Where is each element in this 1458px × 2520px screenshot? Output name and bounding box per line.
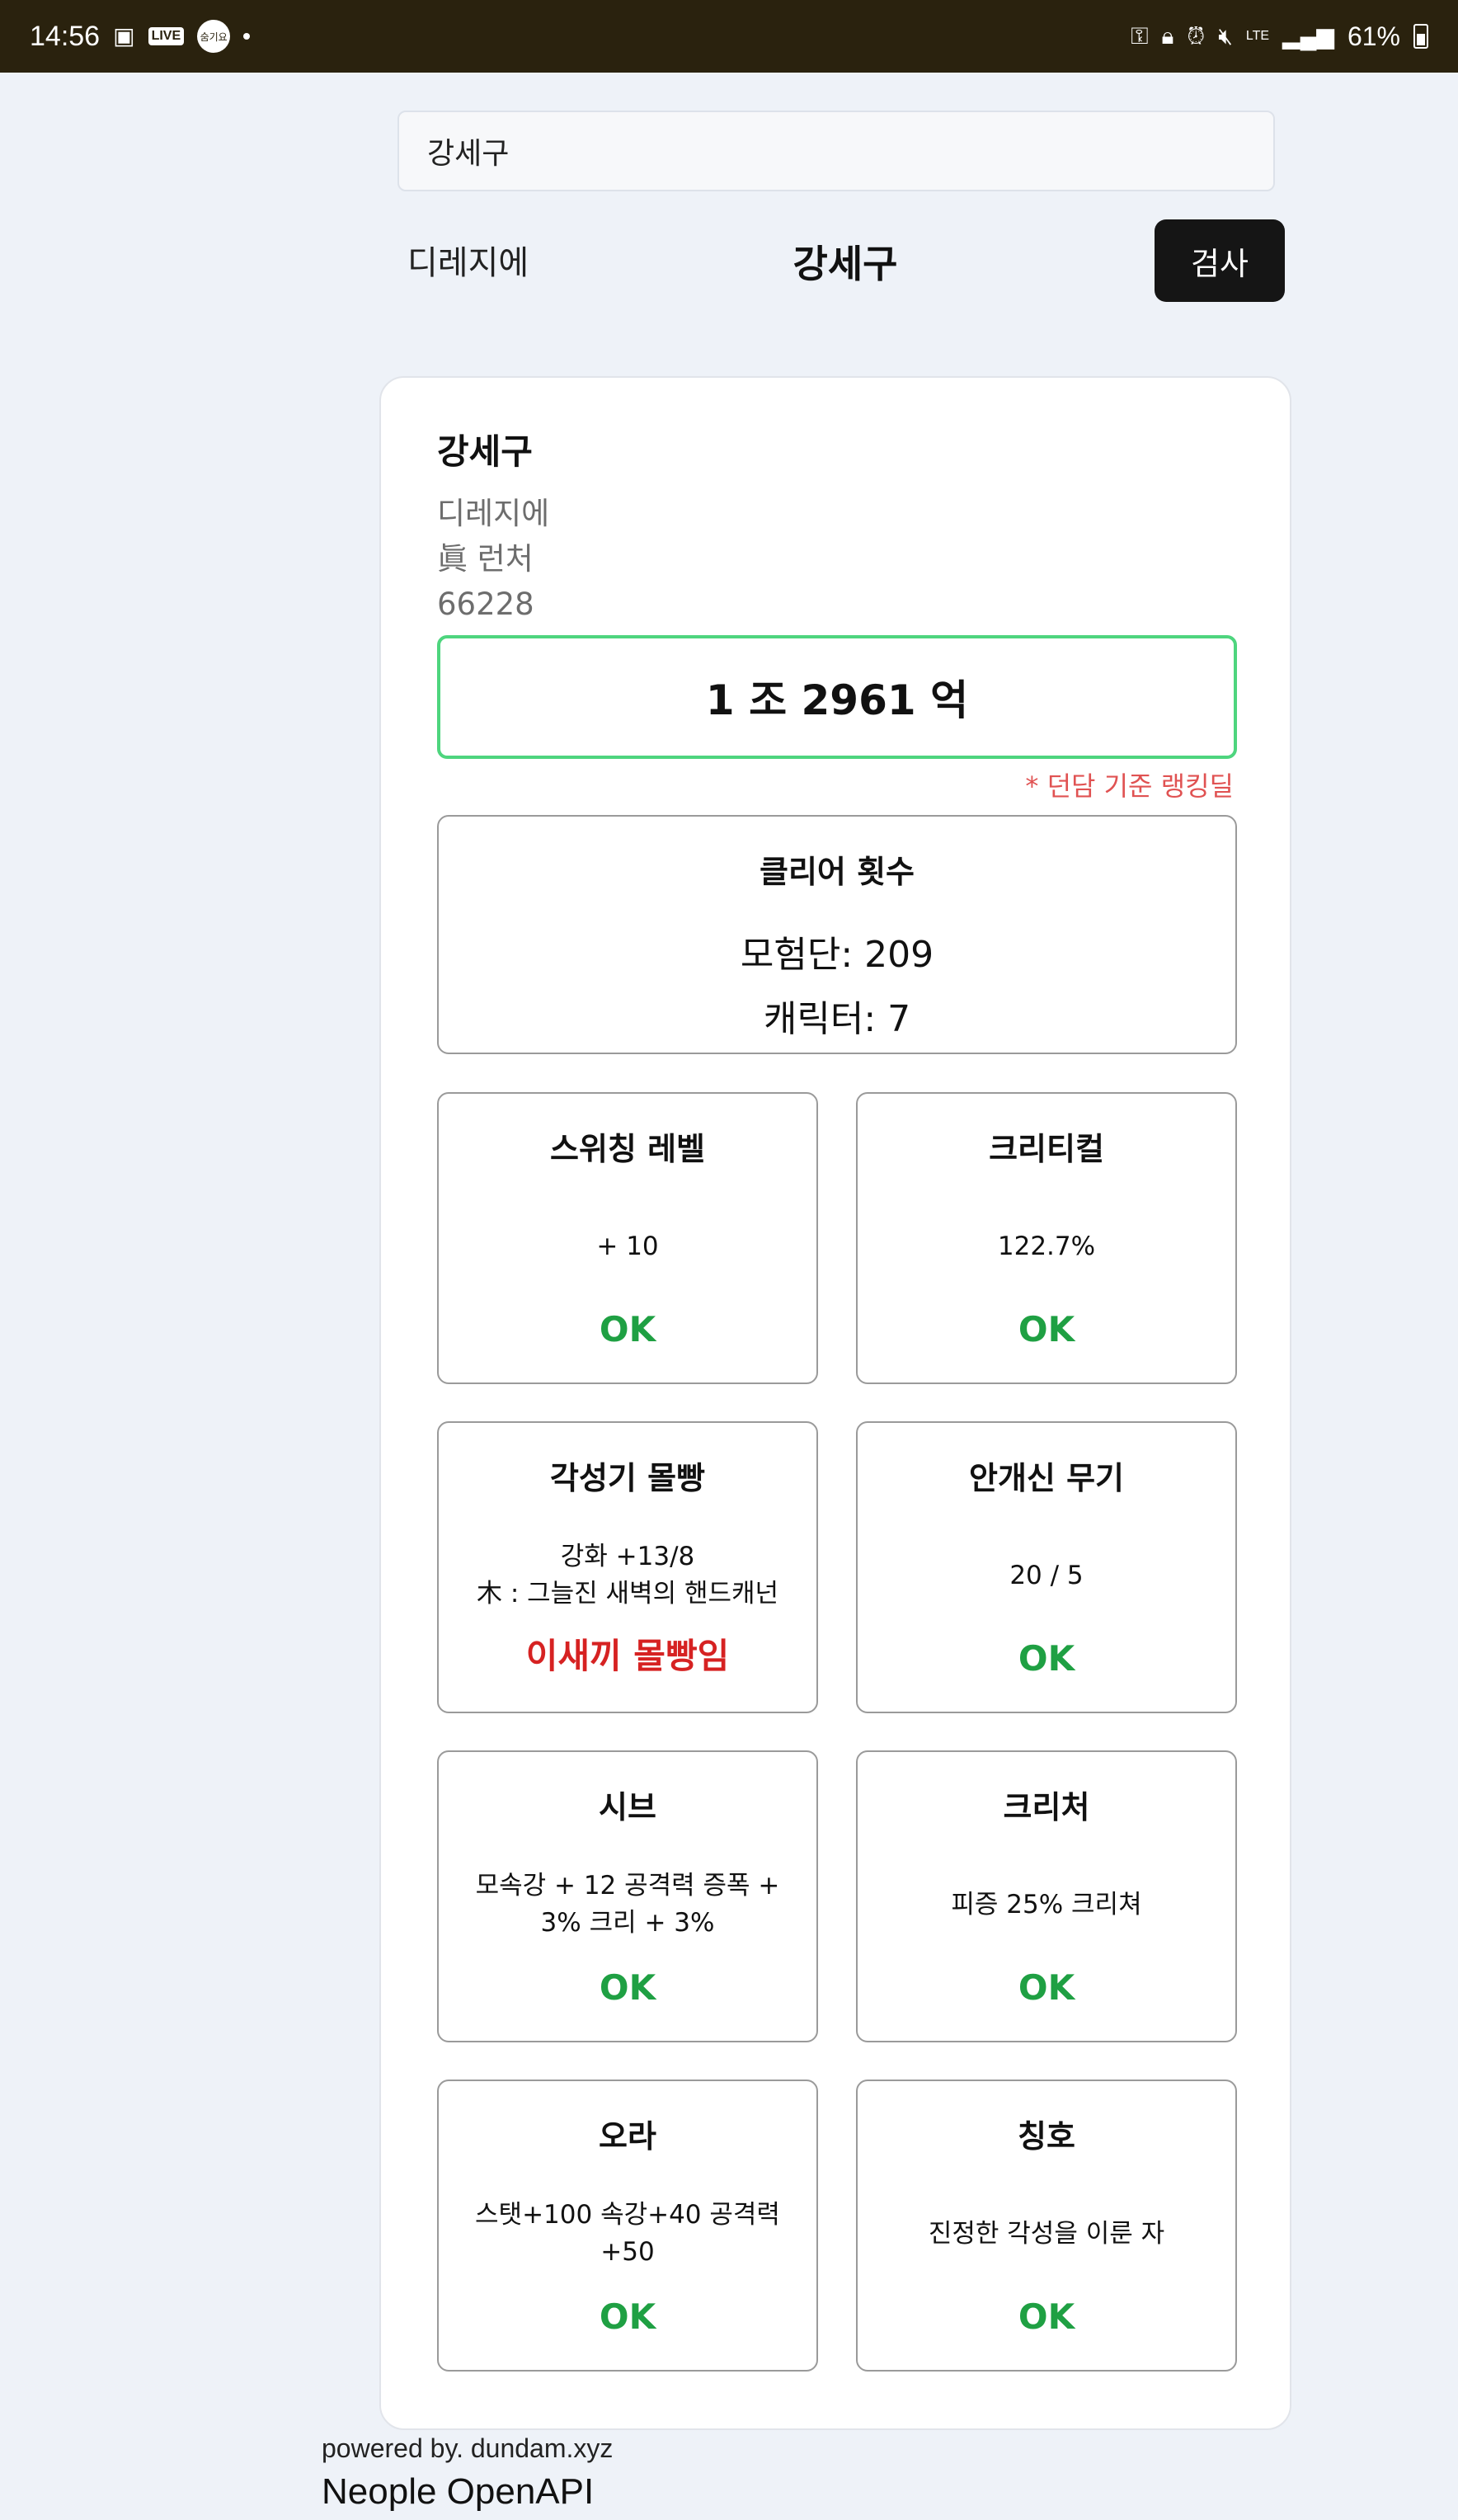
app-badge-icon: 숨기요 (197, 20, 231, 53)
tile-title: 크리처 (1003, 1789, 1090, 1825)
tile-detail: + 10 (596, 1231, 659, 1261)
battery-icon (1413, 24, 1428, 49)
tile-status: OK (1018, 1309, 1075, 1349)
tile-creature: 크리처 피증 25% 크리쳐 OK (856, 1750, 1237, 2042)
result-card: 강세구 디레지에 眞 런처 66228 1 조 2961 억 * 던담 기준 랭… (379, 376, 1291, 2430)
server-selector[interactable]: 디레지에 (407, 236, 529, 284)
character-title: 강세구 (792, 242, 898, 286)
alarm-icon: ⏰︎ (1187, 23, 1206, 49)
tile-title: 크리티컬 (989, 1131, 1104, 1167)
tile-detail: 20 / 5 (1009, 1560, 1084, 1590)
tile-detail: 강화 +13/8 木 : 그늘진 새벽의 핸드캐넌 (476, 1542, 779, 1609)
tile-detail: 피증 25% 크리쳐 (951, 1889, 1142, 1919)
tile-status: OK (1018, 1638, 1075, 1679)
tile-status: OK (1018, 2296, 1075, 2337)
character-fame: 66228 (437, 586, 534, 622)
character-job: 眞 런처 (437, 541, 534, 577)
tile-status: OK (599, 1967, 656, 2008)
tile-title-item: 칭호 진정한 각성을 이룬 자 OK (856, 2080, 1237, 2372)
tile-title: 오라 (599, 2118, 656, 2155)
lock-icon: 🔒︎ (1161, 23, 1174, 49)
tile-detail: 122.7% (997, 1231, 1096, 1261)
tile-detail: 스탯+100 속강+40 공격력 +50 (475, 2200, 780, 2267)
tile-detail: 진정한 각성을 이룬 자 (928, 2218, 1165, 2249)
tile-switching-level: 스위칭 레벨 + 10 OK (437, 1092, 818, 1384)
tile-title: 각성기 몰빵 (549, 1460, 706, 1496)
character-server: 디레지에 (437, 496, 550, 531)
clear-count-box: 클리어 횟수 모험단: 209 캐릭터: 7 (437, 815, 1237, 1054)
character-info: 강세구 디레지에 眞 런처 66228 (437, 424, 549, 627)
live-badge: LIVE (148, 27, 185, 45)
clear-count-title: 클리어 횟수 (759, 854, 915, 890)
gallery-icon: ▣ (113, 23, 135, 49)
damage-box: 1 조 2961 억 (437, 635, 1237, 759)
clear-count-character: 캐릭터: 7 (763, 998, 911, 1040)
more-notifications-icon (243, 33, 251, 40)
tile-title: 안개신 무기 (968, 1460, 1125, 1496)
key-icon: ⚿ (1131, 23, 1149, 49)
search-input[interactable]: 강세구 (397, 111, 1275, 191)
tile-awakening-focus: 각성기 몰빵 강화 +13/8 木 : 그늘진 새벽의 핸드캐넌 이새끼 몰빵임 (437, 1421, 818, 1713)
tile-detail: 모속강 + 12 공격력 증폭 + 3% 크리 + 3% (475, 1871, 780, 1938)
tile-title: 시브 (599, 1789, 656, 1825)
tile-aura: 오라 스탯+100 속강+40 공격력 +50 OK (437, 2080, 818, 2372)
tile-status: 이새끼 몰빵임 (525, 1636, 730, 1676)
damage-note: * 던담 기준 랭킹딜 (1025, 770, 1234, 802)
neople-api-link[interactable]: Neople OpenAPI (322, 2471, 594, 2513)
battery-percent: 61% (1347, 21, 1400, 51)
tile-critical: 크리티컬 122.7% OK (856, 1092, 1237, 1384)
clear-count-adventure: 모험단: 209 (740, 934, 934, 976)
tile-status: OK (599, 1309, 656, 1349)
powered-by-link[interactable]: powered by. dundam.xyz (322, 2433, 613, 2464)
character-name: 강세구 (437, 431, 533, 472)
tile-title: 스위칭 레벨 (549, 1131, 706, 1167)
tile-status: OK (1018, 1967, 1075, 2008)
tile-mist-weapon: 안개신 무기 20 / 5 OK (856, 1421, 1237, 1713)
status-bar: 14:56 ▣ LIVE 숨기요 ⚿ 🔒︎ ⏰︎ 🔇︎ LTE ▂▄▆ 61% (0, 0, 1458, 73)
network-type: LTE (1245, 29, 1270, 43)
signal-icon: ▂▄▆ (1282, 23, 1334, 49)
check-button[interactable]: 검사 (1155, 219, 1285, 302)
tile-title: 칭호 (1018, 2118, 1075, 2155)
mute-icon: 🔇︎ (1218, 23, 1233, 49)
status-time: 14:56 (30, 20, 101, 52)
tile-sieve: 시브 모속강 + 12 공격력 증폭 + 3% 크리 + 3% OK (437, 1750, 818, 2042)
tile-status: OK (599, 2296, 656, 2337)
